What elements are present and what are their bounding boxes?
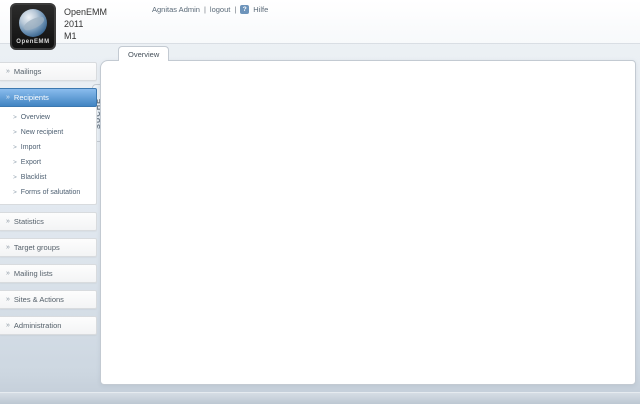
sidebar-item-administration[interactable]: » Administration: [0, 316, 97, 335]
logo-swirl-icon: [19, 9, 47, 37]
chevron-icon: »: [6, 244, 10, 251]
header-links: Agnitas Admin | logout | ? Hilfe: [152, 5, 268, 14]
sidebar-item-label: Administration: [14, 321, 62, 330]
user-name-link[interactable]: Agnitas Admin: [152, 5, 200, 14]
sidebar-item-sites-actions[interactable]: » Sites & Actions: [0, 290, 97, 309]
help-icon[interactable]: ?: [240, 5, 249, 14]
chevron-icon: >: [13, 174, 17, 181]
sidebar-item-label: Export: [21, 159, 41, 166]
sidebar-item-label: Recipients: [14, 93, 49, 102]
app-milestone: M1: [64, 30, 107, 42]
tab-overview-label: Overview: [128, 50, 159, 59]
sidebar-item-label: New recipient: [21, 129, 63, 136]
logout-link[interactable]: logout: [210, 5, 230, 14]
logo-caption: OpenEMM: [16, 39, 50, 45]
chevron-icon: >: [13, 144, 17, 151]
app-version-block: OpenEMM 2011 M1: [64, 6, 107, 42]
chevron-icon: »: [6, 296, 10, 303]
sidebar: » Mailings » Recipients > Overview > New recipi…: [0, 62, 97, 342]
sidebar-item-label: Blacklist: [21, 174, 47, 181]
chevron-icon: »: [6, 270, 10, 277]
link-separator: |: [204, 5, 206, 14]
chevron-icon: »: [6, 94, 10, 101]
sidebar-item-blacklist[interactable]: > Blacklist: [0, 170, 96, 185]
chevron-icon: »: [6, 68, 10, 75]
sidebar-item-import[interactable]: > Import: [0, 140, 96, 155]
sidebar-item-label: Import: [21, 144, 41, 151]
link-separator: |: [234, 5, 236, 14]
openemm-logo: OpenEMM: [10, 3, 56, 50]
footer-strip: [0, 392, 640, 404]
sidebar-item-label: Target groups: [14, 243, 60, 252]
sidebar-item-new-recipient[interactable]: > New recipient: [0, 125, 96, 140]
sidebar-item-label: Statistics: [14, 217, 44, 226]
chevron-icon: >: [13, 159, 17, 166]
sidebar-item-label: Forms of salutation: [21, 189, 81, 196]
sidebar-submenu: > Overview > New recipient > Import > Export > Bl…: [0, 107, 97, 205]
chevron-icon: >: [13, 129, 17, 136]
main-panel: [100, 60, 636, 385]
chevron-icon: >: [13, 189, 17, 196]
sidebar-item-overview[interactable]: > Overview: [0, 110, 96, 125]
chevron-icon: »: [6, 322, 10, 329]
sidebar-item-label: Overview: [21, 114, 50, 121]
sidebar-item-mailing-lists[interactable]: » Mailing lists: [0, 264, 97, 283]
sidebar-item-target-groups[interactable]: » Target groups: [0, 238, 97, 257]
help-link[interactable]: Hilfe: [253, 5, 268, 14]
app-year: 2011: [64, 18, 107, 30]
tab-overview[interactable]: Overview: [118, 46, 169, 61]
sidebar-item-label: Mailing lists: [14, 269, 53, 278]
sidebar-item-label: Sites & Actions: [14, 295, 64, 304]
app-name: OpenEMM: [64, 6, 107, 18]
chevron-icon: >: [13, 114, 17, 121]
chevron-icon: »: [6, 218, 10, 225]
sidebar-item-export[interactable]: > Export: [0, 155, 96, 170]
sidebar-item-forms-of-salutation[interactable]: > Forms of salutation: [0, 185, 96, 200]
sidebar-item-mailings[interactable]: » Mailings: [0, 62, 97, 81]
sidebar-item-statistics[interactable]: » Statistics: [0, 212, 97, 231]
sidebar-item-recipients[interactable]: » Recipients: [0, 88, 97, 107]
sidebar-item-label: Mailings: [14, 67, 42, 76]
